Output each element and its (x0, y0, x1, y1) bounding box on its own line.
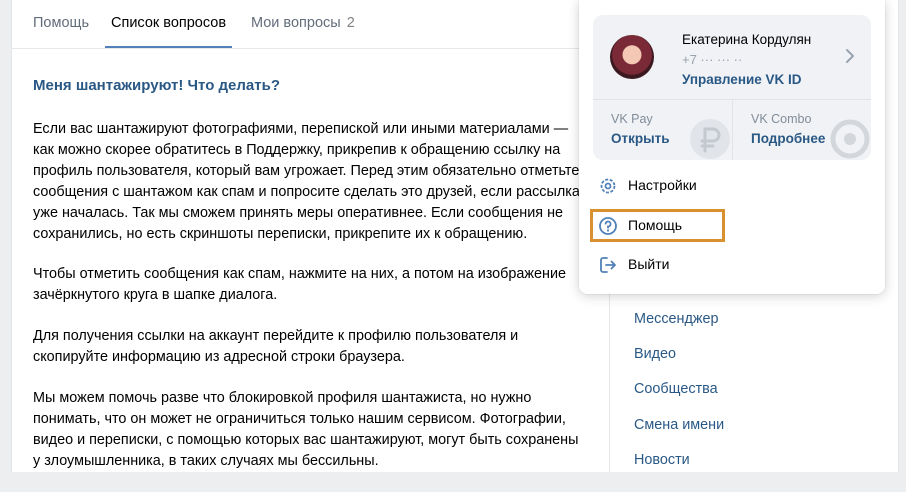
question-icon (599, 217, 617, 235)
profile-phone: +7 ··· ··· ·· (682, 52, 743, 67)
menu-item-settings-label: Настройки (628, 177, 697, 193)
menu-item-help-label: Помощь (628, 217, 683, 233)
tab-questions-list-label: Список вопросов (111, 15, 227, 31)
profile-name: Екатерина Кордулян (682, 32, 812, 47)
sidebar-item-news[interactable]: Новости (634, 452, 690, 468)
vk-pay-open-link[interactable]: Открыть (611, 131, 670, 146)
menu-item-logout[interactable]: Выйти (593, 247, 871, 283)
tab-my-questions[interactable]: Мои вопросы 2 (251, 0, 355, 47)
article-paragraph: Для получения ссылки на аккаунт перейдит… (33, 328, 519, 366)
sidebar-item-name-change[interactable]: Смена имени (634, 417, 724, 433)
tab-questions-list[interactable]: Список вопросов (104, 0, 233, 48)
profile-dropdown-menu: Екатерина Кордулян +7 ··· ··· ·· Управле… (579, 0, 885, 294)
gear-icon (600, 178, 616, 194)
avatar (610, 35, 654, 79)
tab-help[interactable]: Помощь (33, 0, 89, 47)
help-tabs: Помощь Список вопросов Мои вопросы 2 (11, 0, 609, 49)
faq-article: Меня шантажируют! Что делать? Если вас ш… (33, 76, 585, 492)
tab-my-questions-count: 2 (346, 15, 355, 31)
chevron-right-icon (846, 49, 854, 63)
vk-pay-tile[interactable]: VK Pay Открыть (593, 99, 732, 160)
article-paragraph: Если вас шантажируют фотографиями, переп… (33, 121, 580, 242)
sidebar-item-video[interactable]: Видео (634, 346, 676, 362)
menu-item-settings[interactable]: Настройки (593, 168, 871, 204)
vk-combo-tile[interactable]: VK Combo Подробнее (733, 99, 871, 160)
tab-help-label: Помощь (33, 15, 90, 31)
combo-icon (830, 119, 870, 159)
article-paragraph: Чтобы отметить сообщения как спам, нажми… (33, 266, 567, 304)
profile-card: Екатерина Кордулян +7 ··· ··· ·· Управле… (593, 15, 871, 160)
menu-item-help[interactable]: Помощь (593, 208, 871, 244)
logout-icon (600, 257, 616, 273)
article-title: Меня шантажируют! Что делать? (33, 77, 281, 94)
profile-summary[interactable]: Екатерина Кордулян +7 ··· ··· ·· Управле… (593, 15, 871, 99)
vk-pay-name: VK Pay (611, 112, 653, 126)
menu-item-logout-label: Выйти (628, 256, 670, 272)
vk-combo-more-link[interactable]: Подробнее (751, 131, 825, 146)
manage-vk-id-link[interactable]: Управление VK ID (682, 72, 802, 87)
vk-combo-name: VK Combo (751, 112, 812, 126)
article-paragraph: Мы можем помочь разве что блокировкой пр… (33, 390, 579, 469)
tab-my-questions-label: Мои вопросы (251, 15, 341, 31)
sidebar-item-communities[interactable]: Сообщества (634, 381, 718, 397)
ruble-icon (690, 119, 730, 159)
sidebar-item-messenger[interactable]: Мессенджер (634, 311, 719, 327)
